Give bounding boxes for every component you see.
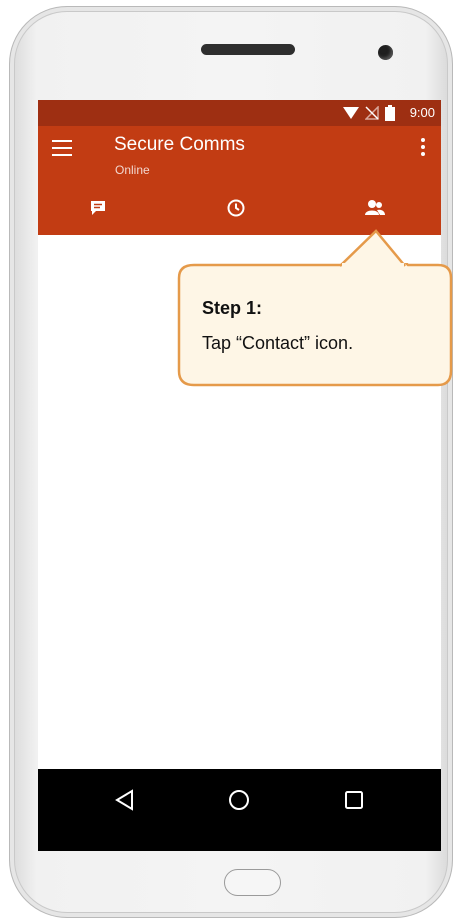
status-icons (343, 104, 395, 122)
app-subtitle: Online (115, 163, 150, 177)
hardware-home-button[interactable] (224, 869, 281, 896)
wifi-icon (343, 107, 359, 119)
tab-recent[interactable] (224, 196, 248, 220)
no-signal-icon (365, 106, 379, 120)
earpiece-speaker (201, 44, 295, 55)
tab-chat[interactable] (86, 196, 110, 220)
phone-screen: 9:00 Secure Comms Online (38, 100, 441, 851)
overflow-menu-icon[interactable] (421, 138, 425, 156)
callout-pointer (339, 229, 406, 267)
status-bar: 9:00 (38, 100, 441, 126)
app-title: Secure Comms (114, 134, 245, 155)
chat-bubble-icon (91, 201, 105, 215)
clock-icon (227, 199, 245, 217)
battery-icon (385, 105, 395, 121)
callout-text: Tap “Contact” icon. (202, 333, 354, 353)
recents-icon[interactable] (341, 787, 367, 813)
front-camera (378, 45, 393, 60)
back-icon[interactable] (112, 787, 138, 813)
tutorial-callout (177, 263, 453, 387)
tab-contacts[interactable] (363, 196, 387, 220)
hamburger-menu-icon[interactable] (52, 140, 72, 156)
app-bar: Secure Comms Online (38, 126, 441, 235)
status-time: 9:00 (409, 105, 435, 120)
callout-title: Step 1: (202, 298, 263, 318)
navigation-bar (38, 769, 441, 851)
contacts-icon (365, 200, 385, 215)
home-icon[interactable] (226, 787, 252, 813)
